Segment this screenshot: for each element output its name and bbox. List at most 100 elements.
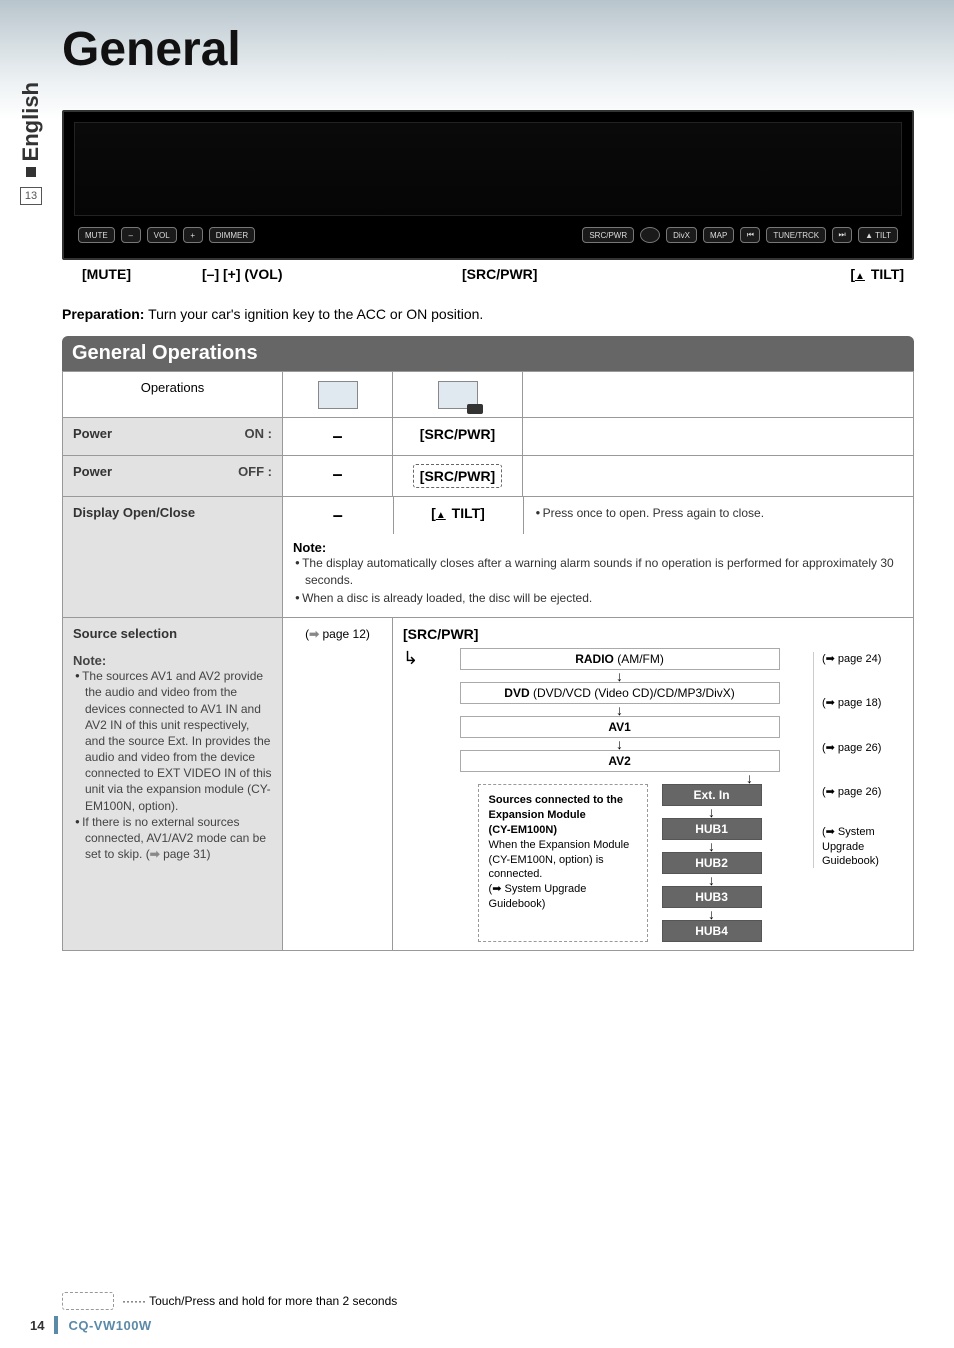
cell-source-flow: [SRC/PWR] ↳ RADIO (AM/FM) ↓ DVD (D	[393, 618, 914, 951]
flow-dvd-label: DVD	[504, 686, 529, 700]
power-off-sub: OFF :	[238, 464, 272, 479]
cell-display-desc: Press once to open. Press again to close…	[523, 497, 913, 534]
src-pwr-label: [SRC/PWR]	[420, 426, 495, 442]
device-screen	[74, 122, 902, 216]
panel-btn-tune-prev: ⏮	[740, 227, 760, 243]
legend-text: ······ Touch/Press and hold for more tha…	[122, 1294, 397, 1308]
flow-av1: AV1	[460, 716, 780, 738]
source-note-2b: page 31)	[160, 847, 211, 861]
flow-extin: Ext. In	[662, 784, 762, 806]
expansion-box: Sources connected to the Expansion Modul…	[478, 784, 648, 942]
tab-marker	[26, 167, 36, 177]
source-note-label: Note:	[73, 653, 272, 668]
down-arrow-icon: ↓	[616, 671, 623, 681]
caption-mute: [MUTE]	[82, 266, 162, 282]
display-note-label: Note:	[293, 540, 903, 555]
ref-p26b: (➡ page 26)	[822, 785, 903, 799]
flow-hub3: HUB3	[662, 886, 762, 908]
cell-source-label: Source selection Note: The sources AV1 a…	[63, 618, 283, 951]
arrow-icon-2: ➡	[309, 627, 319, 641]
flow-enter-arrow: ↳	[403, 648, 418, 669]
page-box-top: 13	[20, 187, 42, 205]
footer-page: 14	[30, 1318, 44, 1333]
cell-display-note: Note: The display automatically closes a…	[283, 534, 913, 617]
panel-btn-divx: DivX	[666, 227, 697, 243]
flow-container: RADIO (AM/FM) ↓ DVD (DVD/VCD (Video CD)/…	[426, 648, 813, 942]
ref-sys: (➡ System Upgrade Guidebook)	[822, 825, 903, 868]
row-power-off: Power OFF : – [SRC/PWR]	[63, 456, 914, 497]
touchscreen-icon	[318, 381, 358, 409]
source-flow-row: ↳ RADIO (AM/FM) ↓ DVD (DVD/VCD (Video CD…	[403, 648, 903, 942]
down-arrow-icon-h3: ↓	[708, 875, 715, 885]
flow-dvd-sub: (DVD/VCD (Video CD)/CD/MP3/DivX)	[530, 686, 735, 700]
row-power-on: Power ON : – [SRC/PWR]	[63, 418, 914, 456]
panel-btn-src: SRC/PWR	[582, 227, 634, 243]
legend-dashed-box	[62, 1292, 114, 1310]
expansion-row: Sources connected to the Expansion Modul…	[478, 784, 762, 942]
source-touch-ref: (➡ page 12)	[305, 627, 370, 641]
language-label: English	[18, 82, 44, 161]
cell-power-on-touch: –	[283, 418, 393, 456]
down-arrow-icon-4: ↓	[746, 773, 753, 783]
cell-display-touch: –	[283, 497, 393, 534]
cell-power-on-label: Power ON :	[63, 418, 283, 456]
footer: 14 CQ-VW100W	[30, 1316, 152, 1334]
cell-source-touch: (➡ page 12)	[283, 618, 393, 951]
expansion-title: Sources connected to the Expansion Modul…	[489, 793, 637, 823]
down-arrow-icon-h2: ↓	[708, 841, 715, 851]
down-arrow-icon-3: ↓	[616, 739, 623, 749]
ref-p26a: (➡ page 26)	[822, 741, 903, 755]
down-arrow-icon-2: ↓	[616, 705, 623, 715]
display-note-2: When a disc is already loaded, the disc …	[293, 590, 903, 607]
cell-power-off-desc	[523, 456, 914, 497]
panel-btn-plus: +	[183, 227, 203, 243]
cell-power-off-touch: –	[283, 456, 393, 497]
tilt-button-label: [ TILT]	[431, 505, 485, 521]
tilt-icon	[855, 266, 867, 282]
power-label-off: Power	[73, 464, 112, 479]
panel-btn-tune: TUNE/TRCK	[766, 227, 826, 243]
flow-radio-label: RADIO	[575, 652, 614, 666]
ref-p18: (➡ page 18)	[822, 696, 903, 710]
page-title: General	[62, 22, 241, 77]
cell-power-on-panel: [SRC/PWR]	[393, 418, 523, 456]
panel-btn-map: MAP	[703, 227, 734, 243]
content-area: MUTE – VOL + DIMMER SRC/PWR DivX MAP ⏮ T…	[62, 110, 914, 951]
panel-btn-round	[640, 227, 660, 243]
caption-tilt-label: TILT]	[867, 266, 904, 282]
power-on-sub: ON :	[245, 426, 272, 441]
table-head-row: Operations	[63, 372, 914, 418]
footer-divider	[54, 1316, 58, 1334]
source-flow-left: ↳ RADIO (AM/FM) ↓ DVD (DVD/VCD (Video CD…	[403, 648, 813, 942]
flow-radio: RADIO (AM/FM)	[460, 648, 780, 670]
operations-table: Operations Power ON : – [SRC/PWR] Power …	[62, 371, 914, 951]
section-title: General Operations	[62, 336, 914, 371]
cell-power-on-desc	[523, 418, 914, 456]
down-arrow-icon-h1: ↓	[708, 807, 715, 817]
head-remote-icon	[393, 372, 523, 418]
caption-tilt: [ TILT]	[850, 266, 904, 282]
source-panel-btn: [SRC/PWR]	[403, 626, 478, 642]
src-pwr-hold-label: [SRC/PWR]	[413, 464, 502, 488]
cell-display-merged: – [ TILT] Press once to open. Press agai…	[283, 497, 914, 618]
head-operations: Operations	[63, 372, 283, 418]
expansion-body-a: When the Expansion Module (CY-EM100N, op…	[489, 838, 637, 883]
device-caption-row: [MUTE] [–] [+] (VOL) [SRC/PWR] [ TILT]	[82, 266, 914, 282]
flow-hub1: HUB1	[662, 818, 762, 840]
row-source: Source selection Note: The sources AV1 a…	[63, 618, 914, 951]
flow-radio-sub: (AM/FM)	[614, 652, 664, 666]
remote-icon	[438, 381, 478, 409]
footer-model: CQ-VW100W	[68, 1318, 151, 1333]
source-label: Source selection	[73, 626, 272, 641]
device-panel-image: MUTE – VOL + DIMMER SRC/PWR DivX MAP ⏮ T…	[62, 110, 914, 260]
source-note-2: If there is no external sources connecte…	[73, 814, 272, 863]
preparation-line: Preparation: Turn your car's ignition ke…	[62, 306, 914, 322]
cell-power-off-panel: [SRC/PWR]	[393, 456, 523, 497]
arrow-icon: ➡	[150, 847, 160, 861]
hub-column: Ext. In ↓ HUB1 ↓ HUB2 ↓ HUB3 ↓ HUB4	[662, 784, 762, 942]
expansion-model: (CY-EM100N)	[489, 823, 637, 838]
head-blank	[523, 372, 914, 418]
row-display: Display Open/Close – [ TILT] Press once …	[63, 497, 914, 618]
cell-power-off-label: Power OFF :	[63, 456, 283, 497]
cell-display-panel: [ TILT]	[393, 497, 523, 534]
